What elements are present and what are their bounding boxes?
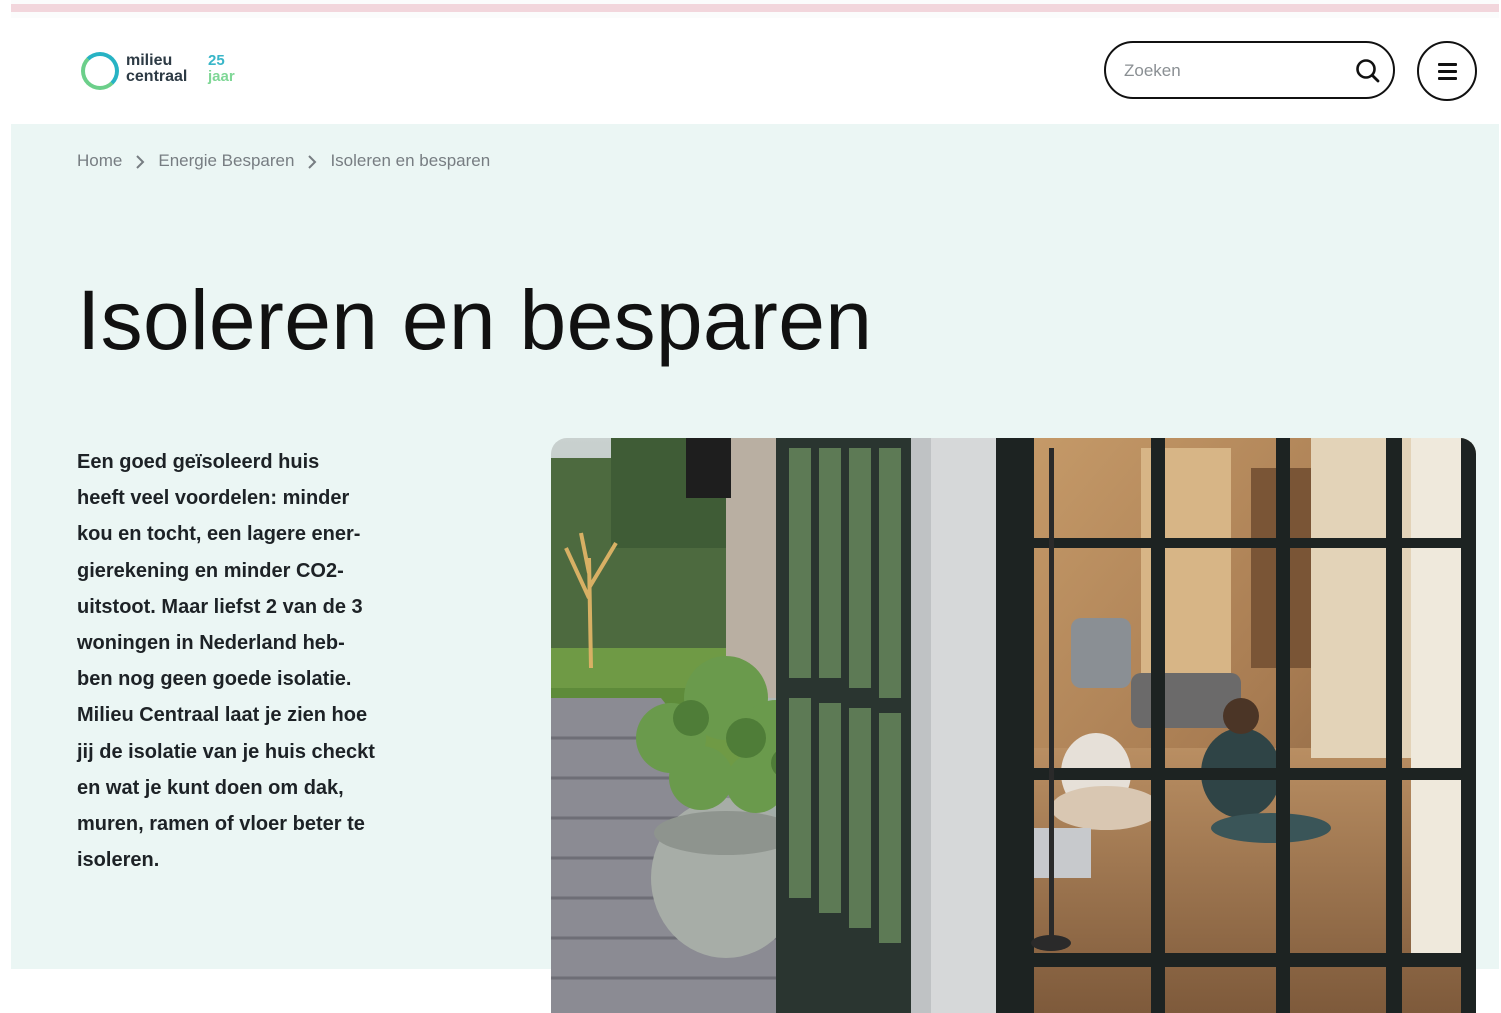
intro-line: Milieu Centraal laat je zien hoe <box>77 704 368 727</box>
breadcrumb: Home Energie Besparen Isoleren en bespar… <box>77 150 490 172</box>
logo-anniversary-number: 25 <box>208 52 225 69</box>
logo-word-milieu: milieu <box>126 52 173 69</box>
menu-bar-middle <box>1438 70 1457 73</box>
search-button[interactable] <box>1353 56 1383 86</box>
menu-button[interactable] <box>1417 41 1477 101</box>
logo-ring-icon <box>81 52 119 90</box>
breadcrumb-home[interactable]: Home <box>77 151 122 171</box>
intro-line: jij de isolatie van je huis checkt <box>77 740 375 763</box>
milieu-centraal-logo[interactable]: milieu centraal 25 jaar <box>81 48 261 96</box>
menu-bar-bottom <box>1438 77 1457 80</box>
house-window-photo-illustration <box>551 438 1476 1013</box>
top-accent-bar <box>11 4 1499 12</box>
breadcrumb-current: Isoleren en besparen <box>330 151 491 170</box>
intro-line: kou en tocht, een lagere ener- <box>77 523 361 546</box>
page-title: Isoleren en besparen <box>77 273 873 367</box>
logo-anniversary-word: jaar <box>208 68 235 85</box>
site-header: milieu centraal 25 jaar <box>11 18 1499 124</box>
intro-line: heeft veel voordelen: minder <box>77 487 350 510</box>
intro-paragraph: Een goed geïsoleerd huis heeft veel voor… <box>77 444 427 878</box>
menu-bar-top <box>1438 63 1457 66</box>
intro-line: woningen in Nederland heb- <box>77 632 345 655</box>
search-input[interactable] <box>1124 57 1344 85</box>
intro-line: isoleren. <box>77 849 160 872</box>
intro-line: muren, ramen of vloer beter te <box>77 813 365 836</box>
hero-photo <box>551 438 1476 1013</box>
chevron-right-icon <box>122 151 158 171</box>
intro-line: ben nog geen goede isolatie. <box>77 668 352 691</box>
top-strip <box>11 0 1499 18</box>
search-box <box>1104 41 1395 99</box>
chevron-right-icon <box>294 151 330 171</box>
logo-word-centraal: centraal <box>126 68 188 85</box>
search-icon <box>1356 59 1380 83</box>
intro-line: Een goed geïsoleerd huis <box>77 451 320 473</box>
intro-line: gierekening en minder CO2- <box>77 559 344 582</box>
intro-line: en wat je kunt doen om dak, <box>77 776 344 799</box>
breadcrumb-energie-besparen[interactable]: Energie Besparen <box>158 151 294 171</box>
intro-line: uitstoot. Maar liefst 2 van de 3 <box>77 595 363 618</box>
